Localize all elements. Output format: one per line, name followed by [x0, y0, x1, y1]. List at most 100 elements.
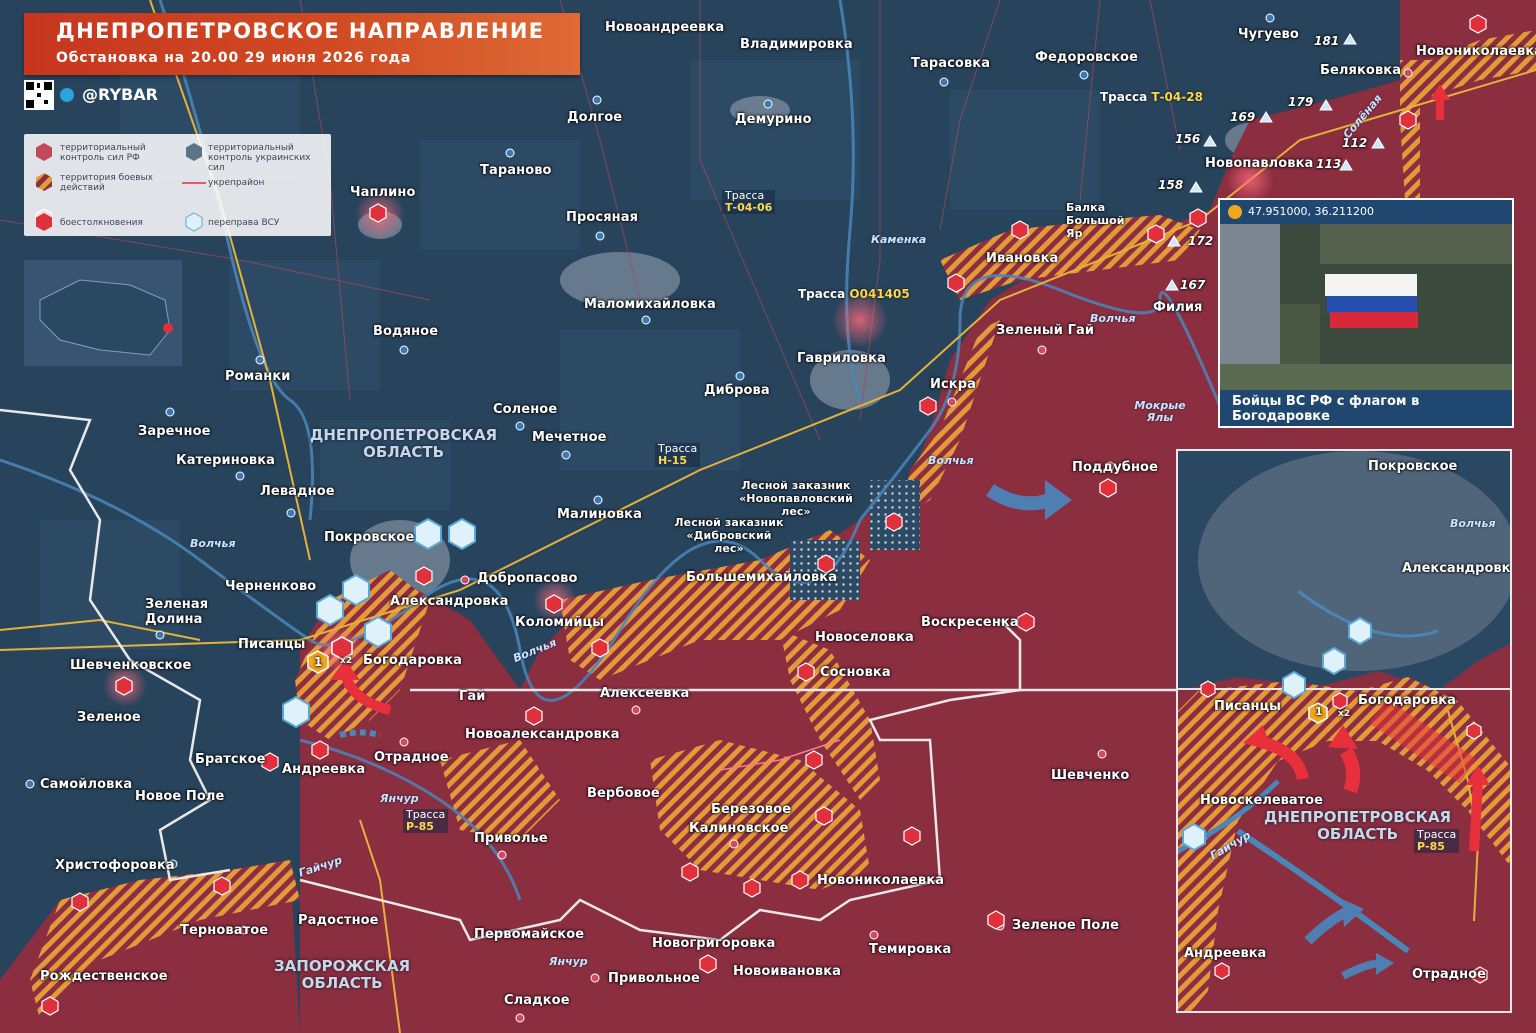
inset-settlement-label[interactable]: Новоскелеватое [1200, 793, 1323, 808]
telegram-icon[interactable] [60, 88, 74, 102]
settlement-label[interactable]: Тараново [480, 163, 552, 178]
photo-panel[interactable]: 47.951000, 36.211200 Бойцы ВС РФ с флаго… [1218, 198, 1514, 428]
highway-code: Р-85 [1417, 840, 1445, 853]
settlement-label[interactable]: Заречное [138, 424, 211, 439]
settlement-label[interactable]: Новоселовка [815, 630, 914, 645]
settlement-label[interactable]: Писанцы [238, 637, 306, 652]
settlement-label[interactable]: Беляковка [1320, 63, 1401, 78]
highway-word: Трасса [1100, 90, 1148, 104]
settlement-label[interactable]: Терноватое [180, 923, 268, 938]
settlement-label[interactable]: Христофоровка [55, 858, 175, 873]
height-label: 179 [1288, 95, 1314, 109]
settlement-label[interactable]: Вербовое [587, 786, 660, 801]
settlement-label[interactable]: Черненково [225, 579, 316, 594]
inset-settlement-label[interactable]: Андреевка [1184, 946, 1266, 961]
settlement-label[interactable]: Приволье [474, 831, 548, 846]
settlement-label[interactable]: Зеленое Поле [1012, 918, 1119, 933]
settlement-label[interactable]: Демурино [735, 112, 812, 127]
settlement-label[interactable]: Поддубное [1072, 460, 1158, 475]
settlement-label[interactable]: Богодаровка [363, 653, 462, 668]
region-label: ЗАПОРОЖСКАЯ ОБЛАСТЬ [274, 958, 410, 992]
balka-label: Балка Большой Яр [1066, 201, 1125, 240]
settlement-label[interactable]: Диброва [704, 383, 770, 398]
settlement-label[interactable]: Сосновка [820, 665, 891, 680]
forest-reserve-label: Лесной заказник «Новопавловский лес» [739, 479, 853, 518]
settlement-label[interactable]: Владимировка [740, 37, 853, 52]
settlement-label[interactable]: Андреевка [282, 762, 365, 777]
settlement-label[interactable]: Долгое [567, 110, 622, 125]
settlement-label[interactable]: Малиновка [557, 507, 642, 522]
settlement-label[interactable]: Отрадное [374, 750, 449, 765]
settlement-label[interactable]: Гай [459, 689, 485, 704]
settlement-label[interactable]: Радостное [298, 913, 379, 928]
settlement-label[interactable]: Первомайское [474, 927, 584, 942]
settlement-label[interactable]: Чугуево [1238, 27, 1299, 42]
region-line: ОБЛАСТЬ [363, 443, 445, 461]
settlement-label[interactable]: Воскресенка [921, 615, 1019, 630]
inset-settlement-label[interactable]: Александровка [1402, 561, 1510, 576]
settlement-label[interactable]: Добропасово [477, 571, 577, 586]
settlement-label[interactable]: Новониколаевка [817, 873, 944, 888]
settlement-label[interactable]: Новогригоровка [652, 936, 775, 951]
height-label: 172 [1188, 234, 1214, 248]
settlement-label[interactable]: Сладкое [504, 993, 570, 1008]
settlement-label[interactable]: Александровка [390, 594, 509, 609]
settlement-label[interactable]: Братское [195, 752, 266, 767]
settlement-label[interactable]: Чаплино [350, 185, 416, 200]
settlement-label[interactable]: Филия [1153, 300, 1202, 315]
settlement-label[interactable]: Гавриловка [797, 351, 886, 366]
settlement-label[interactable]: Новониколаевка [1416, 44, 1536, 59]
river-label: Мокрые Ялы [1134, 399, 1186, 424]
settlement-label[interactable]: Новопавловка [1205, 156, 1313, 171]
settlement-label[interactable]: Маломихайловка [584, 297, 716, 312]
settlement-label[interactable]: Новое Поле [135, 789, 224, 804]
settlement-label[interactable]: Ивановка [986, 251, 1058, 266]
channel-handle[interactable]: @RYBAR [82, 85, 158, 104]
qr-code-icon[interactable] [24, 80, 54, 110]
settlement-label[interactable]: Шевченковское [70, 658, 191, 673]
settlement-label[interactable]: Темировка [869, 942, 951, 957]
region-line: ЗАПОРОЖСКАЯ [274, 957, 411, 975]
legend-clash: боестолкновения [60, 218, 143, 228]
highway-code: О041405 [849, 287, 910, 301]
inset-map-base [1178, 451, 1510, 1011]
location-pin-icon [1228, 205, 1242, 219]
settlement-label[interactable]: Шевченко [1051, 768, 1129, 783]
settlement-label[interactable]: Зеленая Долина [145, 597, 209, 627]
settlement-label[interactable]: Левадное [260, 484, 335, 499]
settlement-label[interactable]: Федоровское [1035, 50, 1138, 65]
settlement-label[interactable]: Покровское [324, 530, 414, 545]
event-badge[interactable] [300, 630, 370, 675]
settlement-label[interactable]: Новоивановка [733, 964, 841, 979]
settlement-label[interactable]: Водяное [373, 324, 438, 339]
river-label: Волчья [190, 537, 236, 550]
settlement-label[interactable]: Новоалександровка [465, 727, 620, 742]
inset-settlement-label[interactable]: Писанцы [1214, 699, 1281, 714]
legend-ua-control: территориальный контроль украинских сил [208, 143, 311, 173]
settlement-label[interactable]: Алексеевка [600, 686, 689, 701]
settlement-label[interactable]: Березовое [711, 802, 791, 817]
settlement-label[interactable]: Зеленый Гай [996, 323, 1094, 338]
settlement-label[interactable]: Просяная [566, 210, 638, 225]
badge-multiplier: x2 [340, 656, 353, 666]
map-canvas[interactable]: ДНЕПРОПЕТРОВСКОЕ НАПРАВЛЕНИЕ Обстановка … [0, 0, 1536, 1033]
inset-settlement-label[interactable]: Покровское [1368, 459, 1457, 474]
settlement-label[interactable]: Новоандреевка [605, 20, 724, 35]
settlement-label[interactable]: Романки [225, 369, 290, 384]
settlement-label[interactable]: Зеленое [77, 710, 141, 725]
settlement-label[interactable]: Самойловка [40, 777, 132, 792]
settlement-label[interactable]: Привольное [608, 971, 700, 986]
settlement-label[interactable]: Катериновка [176, 453, 275, 468]
settlement-label[interactable]: Мечетное [532, 430, 607, 445]
settlement-label[interactable]: Большемихайловка [686, 570, 837, 585]
settlement-label[interactable]: Рождественское [40, 969, 168, 984]
highway-tag: Трасса Н-15 [655, 443, 701, 467]
settlement-label[interactable]: Калиновское [689, 821, 789, 836]
settlement-label[interactable]: Соленое [493, 402, 557, 417]
inset-settlement-label[interactable]: Отрадное [1412, 967, 1486, 982]
inset-map[interactable]: Покровское Волчья Александровка Писанцы … [1176, 449, 1512, 1013]
inset-settlement-label[interactable]: Богодаровка [1358, 693, 1456, 708]
settlement-label[interactable]: Коломийцы [515, 615, 604, 630]
settlement-label[interactable]: Тарасовка [911, 56, 990, 71]
settlement-label[interactable]: Искра [930, 377, 976, 392]
